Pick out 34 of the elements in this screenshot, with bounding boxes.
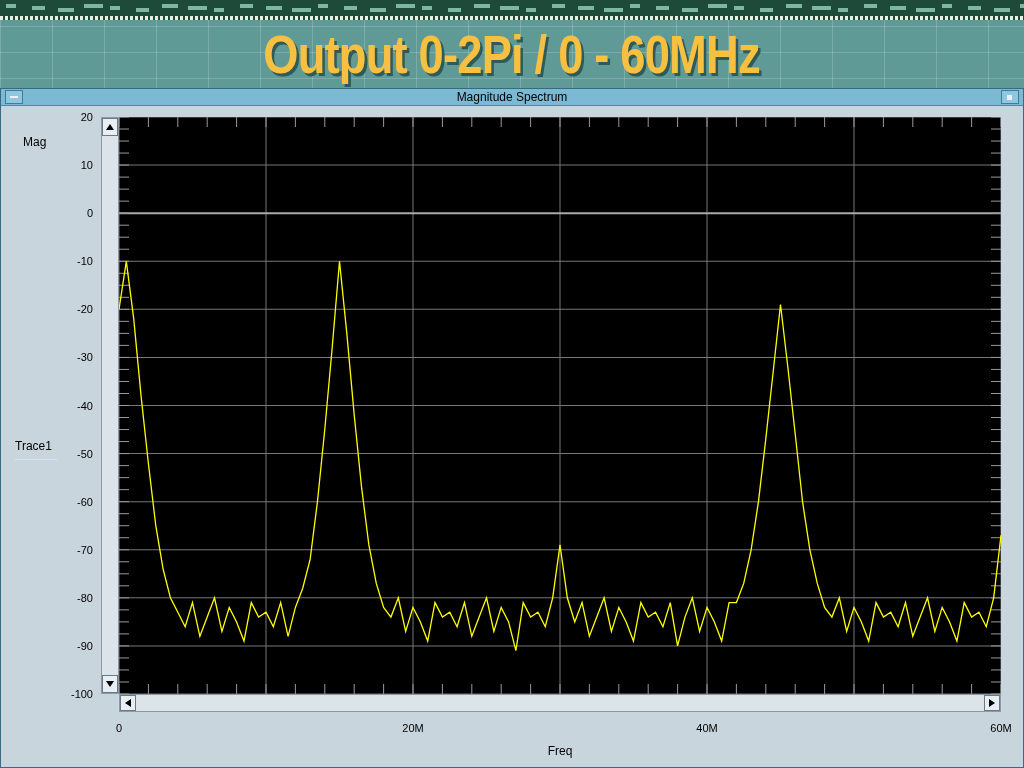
arrow-icon <box>989 699 995 707</box>
arrow-icon <box>106 124 114 130</box>
y-tick-label: -100 <box>70 687 93 701</box>
y-tick-label: -10 <box>77 254 93 269</box>
x-tick-label: 20M <box>402 722 424 734</box>
y-tick-label: 10 <box>80 158 93 173</box>
y-tick-label: 20 <box>80 110 93 124</box>
y-tick-label: -30 <box>77 350 93 365</box>
y-tick-label: -70 <box>77 542 93 557</box>
window-title: Magnitude Spectrum <box>456 90 568 104</box>
legend-label: Trace1 <box>15 439 52 453</box>
y-tick-label: 0 <box>86 206 93 221</box>
scroll-up-button[interactable] <box>102 118 118 136</box>
minimize-icon[interactable] <box>5 90 23 104</box>
y-tick-label: -90 <box>77 638 93 653</box>
x-tick-label: 60M <box>990 722 1012 734</box>
x-tick-label: 40M <box>696 722 718 734</box>
scroll-left-button[interactable] <box>120 695 136 711</box>
x-tick-label: 0 <box>115 722 123 734</box>
scroll-down-button[interactable] <box>102 675 118 693</box>
maximize-icon[interactable] <box>1001 90 1019 104</box>
y-tick-label: -60 <box>77 494 93 509</box>
y-tick-label: -80 <box>77 590 93 605</box>
scroll-right-button[interactable] <box>984 695 1000 711</box>
arrow-icon <box>106 681 114 687</box>
y-axis-label: Mag <box>23 135 47 149</box>
y-tick-label: -20 <box>77 302 93 317</box>
slide-title: Output 0-2Pi / 0 - 60MHz <box>263 24 761 84</box>
x-axis-label: Freq <box>547 744 573 760</box>
vertical-scrollbar[interactable] <box>101 117 119 694</box>
arrow-icon <box>125 699 131 707</box>
horizontal-scrollbar[interactable] <box>119 694 1001 712</box>
y-tick-label: -40 <box>77 398 93 413</box>
y-tick-label: -50 <box>77 446 93 461</box>
